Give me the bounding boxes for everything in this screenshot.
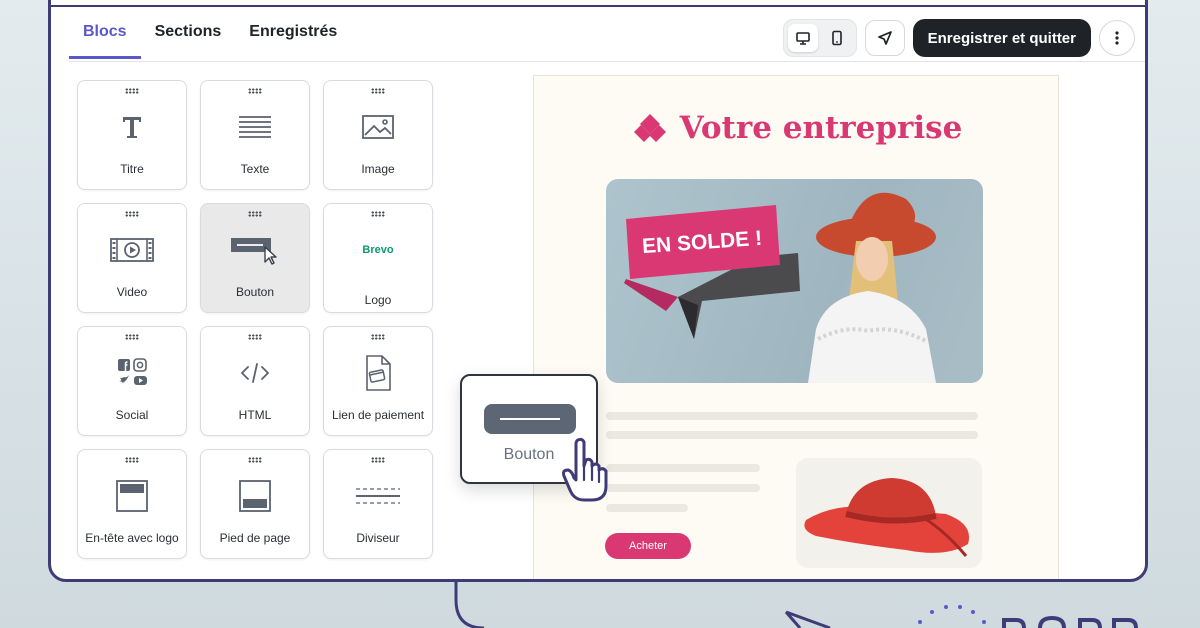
- block-label: En-tête avec logo: [85, 531, 179, 545]
- block-label: HTML: [238, 408, 272, 422]
- drag-handle-icon: [371, 457, 385, 463]
- window-top-border: [51, 0, 1145, 7]
- brand-logo-icon: [633, 114, 666, 142]
- mobile-icon: [831, 30, 842, 46]
- red-hat-graphic: [804, 478, 970, 557]
- email-preview: Votre entreprise EN SOLDE ! Acheter: [533, 75, 1059, 579]
- tab-blocs[interactable]: Blocs: [69, 17, 141, 59]
- video-icon: [78, 230, 186, 270]
- text-placeholder-line: [606, 504, 688, 512]
- block-label: Diviseur: [356, 531, 400, 545]
- kebab-menu-icon: [1115, 31, 1119, 45]
- block-en-tete-avec-logo[interactable]: En-tête avec logo: [77, 449, 187, 559]
- text-placeholder-line: [606, 484, 760, 492]
- drag-handle-icon: [248, 334, 262, 340]
- sale-banner-graphic: [624, 192, 936, 383]
- block-label: Video: [116, 285, 148, 299]
- drag-handle-icon: [248, 211, 262, 217]
- more-options-button[interactable]: [1099, 20, 1135, 56]
- footer-layout-icon: [201, 476, 309, 516]
- mobile-view-button[interactable]: [822, 24, 852, 52]
- desktop-icon: [795, 32, 810, 45]
- drag-handle-icon: [125, 334, 139, 340]
- product-image: [796, 458, 982, 568]
- block-diviseur[interactable]: Diviseur: [323, 449, 433, 559]
- title-icon: [78, 107, 186, 147]
- brand-header: Votre entreprise: [534, 110, 1058, 146]
- drag-handle-icon: [371, 88, 385, 94]
- send-test-button[interactable]: [864, 20, 905, 56]
- block-image[interactable]: Image: [323, 80, 433, 190]
- toolbar: Enregistrer et quitter: [782, 19, 1135, 57]
- hero-image: EN SOLDE !: [606, 179, 983, 383]
- save-and-quit-button[interactable]: Enregistrer et quitter: [912, 19, 1091, 57]
- buy-button[interactable]: Acheter: [605, 533, 691, 559]
- drag-handle-icon: [248, 88, 262, 94]
- blocks-grid: Titre Texte Image Video Bouton Brevo Log…: [77, 80, 433, 559]
- block-html[interactable]: HTML: [200, 326, 310, 436]
- image-icon: [324, 107, 432, 147]
- drag-handle-icon: [371, 334, 385, 340]
- block-texte[interactable]: Texte: [200, 80, 310, 190]
- hand-cursor-icon: [562, 437, 608, 502]
- block-logo[interactable]: Brevo Logo: [323, 203, 433, 313]
- text-placeholder-line: [606, 464, 760, 472]
- payment-link-icon: [324, 353, 432, 393]
- block-label: Pied de page: [219, 531, 291, 545]
- block-bouton[interactable]: Bouton: [200, 203, 310, 313]
- tabs-divider: [69, 61, 1145, 62]
- button-cursor-icon: [201, 230, 309, 270]
- header-layout-icon: [78, 476, 186, 516]
- drag-handle-icon: [125, 88, 139, 94]
- panel-tabs: Blocs Sections Enregistrés: [69, 17, 351, 59]
- block-label: Titre: [120, 162, 144, 176]
- social-icons: [78, 353, 186, 393]
- block-lien-de-paiement[interactable]: Lien de paiement: [323, 326, 433, 436]
- block-social[interactable]: Social: [77, 326, 187, 436]
- block-pied-de-page[interactable]: Pied de page: [200, 449, 310, 559]
- block-video[interactable]: Video: [77, 203, 187, 313]
- button-preview-pill: [484, 404, 576, 434]
- brevo-logo-text: Brevo: [362, 244, 394, 256]
- block-label: Lien de paiement: [331, 408, 425, 422]
- tab-enregistres[interactable]: Enregistrés: [235, 17, 351, 59]
- tab-sections[interactable]: Sections: [141, 17, 236, 59]
- drag-handle-icon: [248, 457, 262, 463]
- block-label: Bouton: [235, 285, 275, 299]
- desktop-view-button[interactable]: [787, 24, 818, 52]
- block-titre[interactable]: Titre: [77, 80, 187, 190]
- brevo-logo-icon: Brevo: [324, 230, 432, 270]
- block-label: Social: [115, 408, 149, 422]
- text-lines-icon: [201, 107, 309, 147]
- block-label: Texte: [240, 162, 270, 176]
- drag-handle-icon: [125, 457, 139, 463]
- drag-handle-icon: [125, 211, 139, 217]
- divider-icon: [324, 476, 432, 516]
- code-icon: [201, 353, 309, 393]
- drag-handle-icon: [371, 211, 385, 217]
- block-label: Logo: [364, 293, 392, 307]
- device-toggle: [782, 19, 857, 57]
- text-placeholder-line: [606, 431, 978, 439]
- text-placeholder-line: [606, 412, 978, 420]
- block-label: Image: [361, 162, 395, 176]
- send-icon: [877, 31, 892, 45]
- brand-name: Votre entreprise: [679, 110, 963, 146]
